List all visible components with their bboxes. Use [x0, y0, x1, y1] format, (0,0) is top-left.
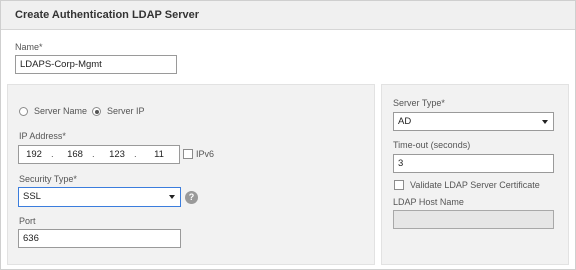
dialog-title-bar: Create Authentication LDAP Server: [1, 1, 575, 30]
server-ip-radio[interactable]: [92, 107, 101, 116]
security-type-select[interactable]: SSL: [18, 187, 181, 207]
chevron-down-icon: [169, 195, 175, 199]
ip-octet-3[interactable]: 123: [105, 146, 129, 163]
server-name-radio[interactable]: [19, 107, 28, 116]
help-icon[interactable]: ?: [185, 191, 198, 204]
validate-cert-checkbox[interactable]: [394, 180, 404, 190]
ip-octet-2[interactable]: 168: [63, 146, 87, 163]
name-input[interactable]: LDAPS-Corp-Mgmt: [15, 55, 177, 74]
port-input[interactable]: 636: [18, 229, 181, 248]
timeout-input[interactable]: 3: [393, 154, 554, 173]
ipv6-checkbox[interactable]: [183, 149, 193, 159]
port-label: Port: [19, 216, 36, 226]
security-type-label: Security Type*: [19, 174, 77, 184]
ldap-host-name-label: LDAP Host Name: [393, 197, 464, 207]
validate-cert-label: Validate LDAP Server Certificate: [410, 180, 540, 190]
server-type-label: Server Type*: [393, 98, 445, 108]
dialog-title: Create Authentication LDAP Server: [15, 9, 199, 21]
ip-octet-4[interactable]: 11: [149, 146, 169, 163]
chevron-down-icon: [542, 120, 548, 124]
ip-address-label: IP Address*: [19, 131, 66, 141]
create-ldap-server-dialog: Create Authentication LDAP Server Name* …: [0, 0, 576, 270]
server-type-value: AD: [398, 116, 412, 127]
ip-separator: .: [134, 149, 137, 160]
ip-address-input[interactable]: 192 . 168 . 123 . 11: [18, 145, 180, 164]
ip-separator: .: [51, 149, 54, 160]
security-type-value: SSL: [23, 191, 41, 202]
ipv6-label: IPv6: [196, 149, 215, 159]
ip-octet-1[interactable]: 192: [22, 146, 46, 163]
timeout-label: Time-out (seconds): [393, 140, 471, 150]
ldap-host-name-input[interactable]: [393, 210, 554, 229]
server-ip-label: Server IP: [107, 106, 145, 116]
server-name-label: Server Name: [34, 106, 88, 116]
ip-separator: .: [92, 149, 95, 160]
server-type-select[interactable]: AD: [393, 112, 554, 131]
name-label: Name*: [15, 42, 43, 52]
